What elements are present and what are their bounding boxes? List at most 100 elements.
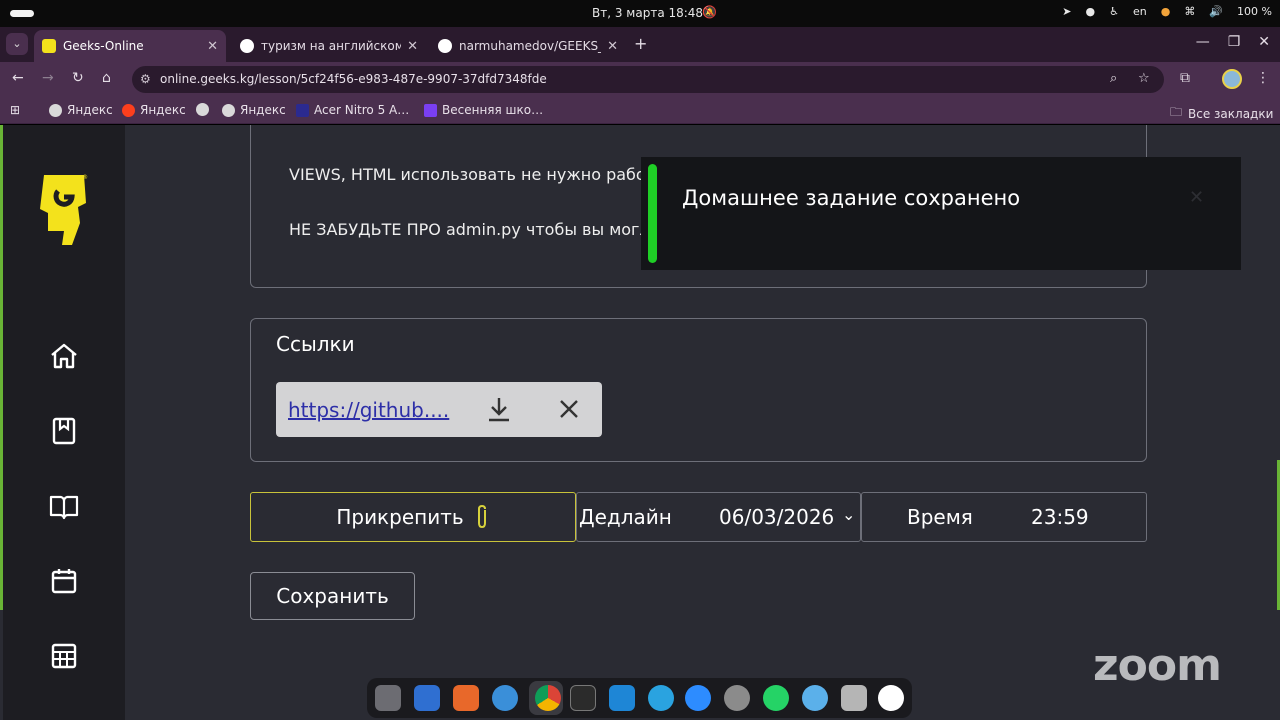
reload-icon[interactable]: ↻ — [72, 70, 84, 86]
taskbar-dock — [367, 678, 912, 718]
trash-app-icon[interactable] — [841, 685, 867, 711]
description-line: VIEWS, HTML использовать не нужно работ — [289, 165, 656, 184]
remove-link-icon[interactable] — [558, 398, 580, 420]
notifications-muted-icon[interactable]: 🔕 — [702, 5, 717, 19]
home-browser-icon[interactable]: ⌂ — [102, 70, 111, 86]
tab-title: туризм на английском - — [261, 39, 402, 53]
close-tab-icon[interactable]: ✕ — [607, 39, 618, 54]
show-apps-icon[interactable] — [878, 685, 904, 711]
deadline-value: 06/03/2026 — [719, 505, 835, 529]
tab-tourism[interactable]: туризм на английском - ✕ — [232, 30, 426, 62]
activities-indicator[interactable] — [10, 10, 34, 17]
attach-button[interactable]: Прикрепить — [250, 492, 576, 542]
apps-grid-icon[interactable]: ⊞ — [10, 103, 20, 117]
restore-icon[interactable]: ❐ — [1228, 34, 1241, 50]
tab-search-button[interactable]: ⌄ — [6, 33, 28, 55]
system-clock[interactable]: Вт, 3 марта 18:48 — [592, 6, 703, 20]
bookmark-globe[interactable] — [196, 103, 214, 116]
time-value[interactable]: 23:59 — [1031, 505, 1089, 529]
chrome-logo-icon — [535, 685, 561, 711]
url-text[interactable]: online.geeks.kg/lesson/5cf24f56-e983-487… — [160, 72, 547, 86]
tab-geeks-online[interactable]: Geeks-Online ✕ — [34, 30, 226, 62]
software-app-icon[interactable] — [453, 685, 479, 711]
attach-label: Прикрепить — [336, 505, 464, 529]
system-top-bar: Вт, 3 марта 18:48 🔕 ➤ ● ♿ en ● ⌘ 🔊 100 % — [0, 0, 1280, 27]
github-link[interactable]: https://github.... — [288, 398, 449, 422]
tab-title: Geeks-Online — [63, 39, 144, 53]
tab-title: narmuhamedov/GEEKS_ — [459, 39, 602, 53]
minimize-icon[interactable]: — — [1196, 34, 1210, 50]
bookmark-star-icon[interactable]: ☆ — [1138, 71, 1150, 86]
bookmark-label: Яндекс — [140, 103, 186, 117]
whatsapp-app-icon[interactable] — [763, 685, 789, 711]
chevron-down-icon[interactable]: ⌄ — [842, 505, 855, 524]
bookmark-icon[interactable] — [48, 415, 80, 447]
bookmark-yandex-3[interactable]: Яндекс — [222, 103, 286, 117]
close-window-icon[interactable]: ✕ — [1258, 34, 1270, 50]
geeks-logo[interactable]: ® — [38, 173, 88, 247]
geeks-favicon-icon — [42, 39, 56, 53]
paperclip-icon — [477, 504, 486, 529]
microphone-icon[interactable]: ● — [1161, 5, 1171, 18]
terminal-app-icon[interactable] — [570, 685, 596, 711]
extensions-icon[interactable]: ⧉ — [1180, 70, 1190, 86]
save-button[interactable]: Сохранить — [250, 572, 415, 620]
menu-kebab-icon[interactable]: ⋮ — [1256, 70, 1270, 86]
globe-icon — [196, 103, 209, 116]
settings-app-icon[interactable] — [724, 685, 750, 711]
new-tab-button[interactable]: + — [634, 34, 647, 53]
site-info-icon[interactable]: ⚙ — [140, 72, 151, 86]
deadline-select[interactable]: Дедлайн 06/03/2026 ⌄ — [576, 492, 861, 542]
zoom-watermark: zoom — [1093, 640, 1222, 691]
folder-icon: 🗀 — [1170, 105, 1183, 119]
time-field[interactable]: Время 23:59 — [861, 492, 1147, 542]
system-tray: ➤ ● ♿ en ● ⌘ 🔊 100 % — [1062, 5, 1272, 18]
telegram-app-icon[interactable] — [648, 685, 674, 711]
zoom-icon[interactable]: ⌕ — [1110, 71, 1117, 86]
close-tab-icon[interactable]: ✕ — [407, 39, 418, 54]
volume-icon[interactable]: 🔊 — [1209, 5, 1223, 18]
globe-app-icon[interactable] — [802, 685, 828, 711]
address-bar[interactable]: ⚙ online.geeks.kg/lesson/5cf24f56-e983-4… — [132, 66, 1164, 93]
bookmarks-bar: ⊞ Яндекс Яндекс Яндекс Acer Nitro 5 A… В… — [0, 96, 1280, 124]
network-icon[interactable]: ⌘ — [1184, 5, 1195, 18]
bookmark-label: Acer Nitro 5 A… — [314, 103, 410, 117]
bookmark-yandex-2[interactable]: Яндекс — [122, 103, 186, 117]
list-icon — [424, 103, 437, 117]
github-favicon-icon — [438, 39, 452, 53]
links-title: Ссылки — [276, 332, 355, 356]
time-label: Время — [907, 505, 973, 529]
battery-indicator[interactable]: 100 % — [1237, 5, 1272, 18]
table-icon[interactable] — [48, 640, 80, 672]
bookmark-spring-school[interactable]: Весенняя шко… — [424, 103, 543, 117]
home-icon[interactable] — [48, 340, 80, 372]
all-bookmarks[interactable]: 🗀 Все закладки — [1170, 103, 1273, 124]
bookmark-label: Все закладки — [1188, 106, 1274, 121]
description-line: НЕ ЗАБУДЬТЕ ПРО admin.py чтобы вы могл — [289, 220, 650, 239]
notion-icon — [296, 103, 309, 117]
telegram-tray-icon[interactable]: ➤ — [1062, 5, 1071, 18]
zoom-app-icon[interactable] — [685, 685, 711, 711]
profile-avatar[interactable] — [1222, 69, 1242, 89]
calendar-icon[interactable] — [48, 565, 80, 597]
back-icon[interactable]: ← — [12, 70, 24, 86]
book-open-icon[interactable] — [48, 490, 80, 522]
success-toast: Домашнее задание сохранено ✕ — [641, 157, 1241, 270]
bookmark-label: Яндекс — [240, 103, 286, 117]
close-tab-icon[interactable]: ✕ — [207, 39, 218, 54]
tab-github[interactable]: narmuhamedov/GEEKS_ ✕ — [430, 30, 626, 62]
download-icon[interactable] — [486, 394, 512, 424]
forward-icon[interactable]: → — [42, 70, 54, 86]
yandex-icon — [122, 103, 135, 117]
keyboard-layout[interactable]: en — [1133, 5, 1147, 18]
bookmark-acer[interactable]: Acer Nitro 5 A… — [296, 103, 409, 117]
bookmark-yandex-1[interactable]: Яндекс — [49, 103, 113, 117]
files-app-icon[interactable] — [375, 685, 401, 711]
writer-app-icon[interactable] — [414, 685, 440, 711]
help-app-icon[interactable] — [492, 685, 518, 711]
vscode-app-icon[interactable] — [609, 685, 635, 711]
accessibility-icon[interactable]: ♿ — [1109, 5, 1119, 18]
toast-close-icon[interactable]: ✕ — [1189, 187, 1204, 208]
app-tray-icon[interactable]: ● — [1086, 5, 1096, 18]
link-chip: https://github.... — [276, 382, 602, 437]
